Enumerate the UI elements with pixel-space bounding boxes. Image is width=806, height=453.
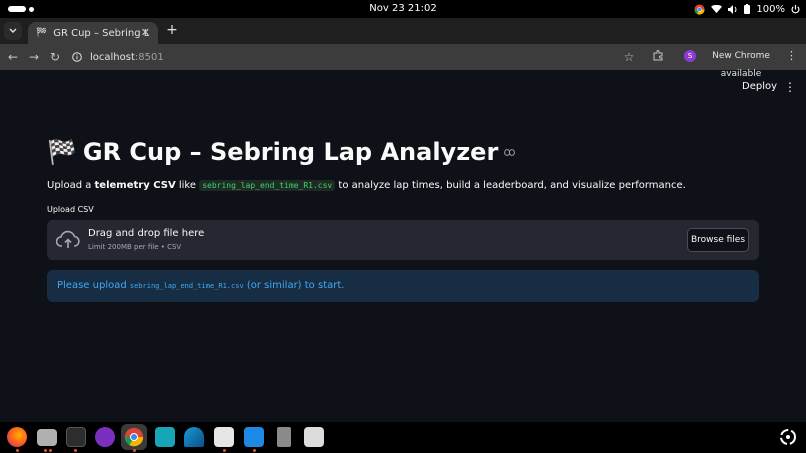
- forward-arrow-icon[interactable]: →: [27, 50, 41, 64]
- taskbar-dock: [0, 422, 806, 453]
- chrome-menu-icon[interactable]: ⋮: [786, 49, 797, 62]
- storage-device-icon[interactable]: [277, 427, 291, 447]
- intro-prefix: Upload a: [47, 180, 95, 191]
- clock[interactable]: Nov 23 21:02: [0, 3, 806, 14]
- chrome-running-indicator: [133, 449, 136, 452]
- info-filename-code: sebring_lap_end_time_R1.csv: [129, 282, 244, 290]
- tab-search-button[interactable]: [4, 22, 22, 40]
- file-dropzone[interactable]: Drag and drop file here Limit 200MB per …: [47, 220, 759, 260]
- browser-tab-strip: 🏁 GR Cup – Sebring Lap An ✕ +: [0, 18, 806, 44]
- checkered-flag-icon: 🏁: [47, 138, 77, 166]
- system-top-bar: Nov 23 21:02 100%: [0, 0, 806, 18]
- battery-icon: [744, 4, 751, 14]
- info-message: Please upload sebring_lap_end_time_R1.cs…: [57, 280, 344, 291]
- trash-icon[interactable]: [304, 427, 324, 447]
- browse-files-button[interactable]: Browse files: [687, 228, 749, 252]
- page-title: 🏁 GR Cup – Sebring Lap Analyzer: [47, 138, 516, 166]
- chrome-icon[interactable]: [124, 427, 144, 447]
- power-icon: [791, 4, 800, 13]
- intro-bold: telemetry CSV: [94, 180, 176, 191]
- browser-tab-active[interactable]: 🏁 GR Cup – Sebring Lap An ✕: [28, 22, 158, 44]
- battery-percent: 100%: [756, 3, 785, 15]
- firefox-icon[interactable]: [7, 427, 27, 447]
- intro-mid: like: [175, 180, 200, 191]
- show-apps-icon[interactable]: [778, 427, 798, 447]
- files-icon[interactable]: [37, 429, 57, 446]
- terminal-icon[interactable]: [66, 427, 86, 447]
- vscode-running-indicator: [253, 449, 256, 452]
- app-rocket-icon[interactable]: [214, 427, 234, 447]
- info-suffix: (or similar) to start.: [243, 280, 345, 291]
- chrome-tray-icon: [694, 3, 705, 15]
- page-title-text: GR Cup – Sebring Lap Analyzer: [82, 138, 499, 166]
- tab-favicon-flag-icon: 🏁: [36, 28, 48, 38]
- firefox-running-indicator: [16, 449, 19, 452]
- terminal-running-indicator: [74, 449, 77, 452]
- anchor-link-icon[interactable]: [504, 145, 516, 159]
- wifi-icon: [711, 4, 723, 13]
- intro-filename-code: sebring_lap_end_time_R1.csv: [199, 180, 336, 191]
- url-port: :8501: [134, 51, 164, 63]
- app-bolt-icon[interactable]: [155, 427, 175, 447]
- intro-text: Upload a telemetry CSV like sebring_lap_…: [47, 180, 686, 191]
- extensions-puzzle-icon[interactable]: [651, 50, 665, 64]
- app-main-menu-icon[interactable]: ⋮: [784, 80, 796, 94]
- dropzone-subtitle: Limit 200MB per file • CSV: [88, 243, 182, 251]
- files-running-indicator: [44, 449, 47, 452]
- reload-icon[interactable]: ↻: [48, 50, 62, 64]
- files-running-indicator-2: [49, 449, 52, 452]
- volume-icon: [728, 4, 737, 14]
- vscode-icon[interactable]: [244, 427, 264, 447]
- chevron-down-icon: [9, 28, 17, 33]
- info-alert: Please upload sebring_lap_end_time_R1.cs…: [47, 270, 759, 302]
- app-wave-icon[interactable]: [184, 427, 204, 447]
- dropzone-title: Drag and drop file here: [88, 228, 205, 239]
- back-arrow-icon[interactable]: ←: [6, 50, 20, 64]
- tab-close-icon[interactable]: ✕: [141, 26, 150, 39]
- bookmark-star-icon[interactable]: ☆: [622, 50, 636, 64]
- cloud-upload-icon: [56, 230, 80, 248]
- tab-title: GR Cup – Sebring Lap An: [53, 27, 150, 39]
- new-tab-plus-icon[interactable]: +: [164, 22, 180, 38]
- info-prefix: Please upload: [57, 280, 130, 291]
- url-host: localhost: [90, 51, 135, 63]
- new-chrome-available-button[interactable]: New Chrome available: [700, 47, 782, 79]
- deploy-button[interactable]: Deploy: [742, 81, 777, 92]
- puzzle-icon: [653, 50, 662, 61]
- app-rocket-running-indicator: [223, 449, 226, 452]
- profile-avatar[interactable]: S: [684, 50, 696, 62]
- address-bar[interactable]: localhost:8501: [72, 47, 666, 67]
- system-tray[interactable]: 100%: [694, 2, 800, 16]
- tor-browser-icon[interactable]: [95, 427, 115, 447]
- intro-suffix: to analyze lap times, build a leaderboar…: [335, 180, 686, 191]
- upload-label: Upload CSV: [47, 205, 94, 214]
- site-info-icon[interactable]: [72, 52, 82, 62]
